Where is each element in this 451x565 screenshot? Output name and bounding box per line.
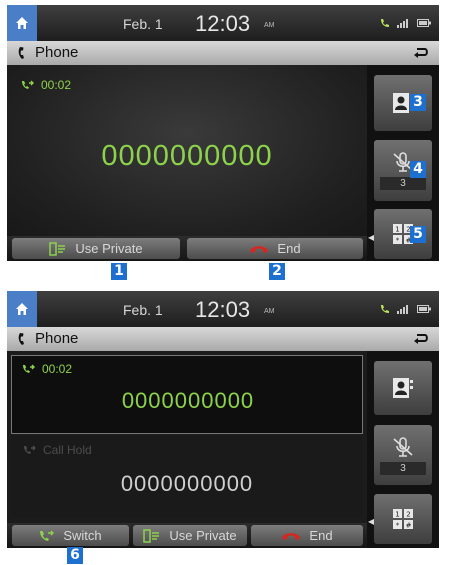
call-status-icon [381,19,389,27]
call-timer-row: 00:02 [22,362,72,376]
switch-call-icon [40,530,55,541]
status-bar: Feb. 1 12:03 AM [7,291,439,327]
call-duration: 00:02 [41,78,72,92]
switch-label: Switch [63,528,102,543]
call-info-panel: 00:02 0000000000 [7,65,367,236]
active-phone-number: 0000000000 [121,388,255,413]
svg-text:#: # [406,522,412,530]
signal-strength-icon [397,19,408,28]
outgoing-call-icon [22,80,34,89]
battery-icon [417,305,431,313]
outgoing-call-icon [23,364,35,373]
switch-button[interactable]: Switch [12,525,129,546]
call-hold-row: Call Hold [23,443,92,457]
svg-text:*: * [396,522,400,530]
held-call-card[interactable]: Call Hold 0000000000 [11,436,363,518]
call-hold-label: Call Hold [43,443,92,457]
phone-screen-two-calls: Feb. 1 12:03 AM Phone 00:02 0000000000 C… [7,291,439,548]
phone-screen-single-call: Feb. 1 12:03 AM Phone 00:02 0000000000 U… [7,5,439,261]
call-action-bar: Switch Use Private End [7,523,367,548]
call-timer-row: 00:02 [21,78,71,92]
phone-icon [18,46,24,59]
active-call-card[interactable]: 00:02 0000000000 [11,355,363,434]
home-icon [16,17,28,29]
end-call-label: End [277,241,301,256]
callout-6: 6 [67,547,83,564]
page-title: Phone [35,330,79,347]
end-call-label: End [309,528,333,543]
use-private-label: Use Private [75,241,143,256]
home-button[interactable] [7,291,37,327]
held-phone-number: 0000000000 [120,471,254,496]
title-bar: Phone [7,327,439,351]
use-private-icon [143,528,160,543]
clock-display: 12:03 [195,297,251,322]
status-bar: Feb. 1 12:03 AM [7,5,439,41]
date-display: Feb. 1 [123,302,163,318]
end-call-button[interactable]: End [251,525,363,546]
callout-3: 3 [410,94,426,111]
date-display: Feb. 1 [123,16,163,32]
call-status-icon [381,305,389,313]
battery-icon [417,19,431,27]
use-private-label: Use Private [169,528,237,543]
home-icon [16,303,28,315]
svg-text:1: 1 [395,511,399,519]
mic-mute-icon [393,436,413,457]
phone-number: 0000000000 [101,140,273,172]
mic-mute-button[interactable]: 3 [374,425,432,485]
back-icon[interactable] [413,47,429,59]
status-icons [379,17,431,29]
callout-5: 5 [410,226,426,243]
use-private-button[interactable]: Use Private [133,525,247,546]
callout-4: 4 [410,161,426,178]
end-call-button[interactable]: End [187,238,363,259]
signal-strength-icon [397,305,408,314]
callout-1: 1 [111,263,127,280]
page-title: Phone [35,44,79,61]
ampm-indicator: AM [264,22,275,29]
back-icon[interactable] [413,333,429,345]
keypad-button[interactable]: 1 2 * # [374,494,432,544]
call-action-bar: Use Private End [7,236,367,261]
svg-text:2: 2 [406,511,410,519]
keypad-icon: 1 2 * # [393,509,413,530]
svg-text:1: 1 [395,226,399,234]
home-button[interactable] [7,5,37,41]
svg-text:*: * [396,237,400,245]
mic-volume-level: 3 [380,177,426,190]
mic-volume-level: 3 [380,461,426,475]
clock-display: 12:03 [195,11,251,36]
end-call-icon [282,532,301,540]
callout-2: 2 [269,263,285,280]
call-duration: 00:02 [42,362,73,376]
contacts-button[interactable] [374,361,432,415]
use-private-button[interactable]: Use Private [12,238,180,259]
status-icons [379,303,431,315]
end-call-icon [250,245,269,253]
title-bar: Phone [7,41,439,65]
contacts-icon [393,378,413,398]
phone-icon [18,332,24,345]
ampm-indicator: AM [264,308,275,315]
call-hold-icon [24,445,36,454]
use-private-icon [49,241,66,256]
